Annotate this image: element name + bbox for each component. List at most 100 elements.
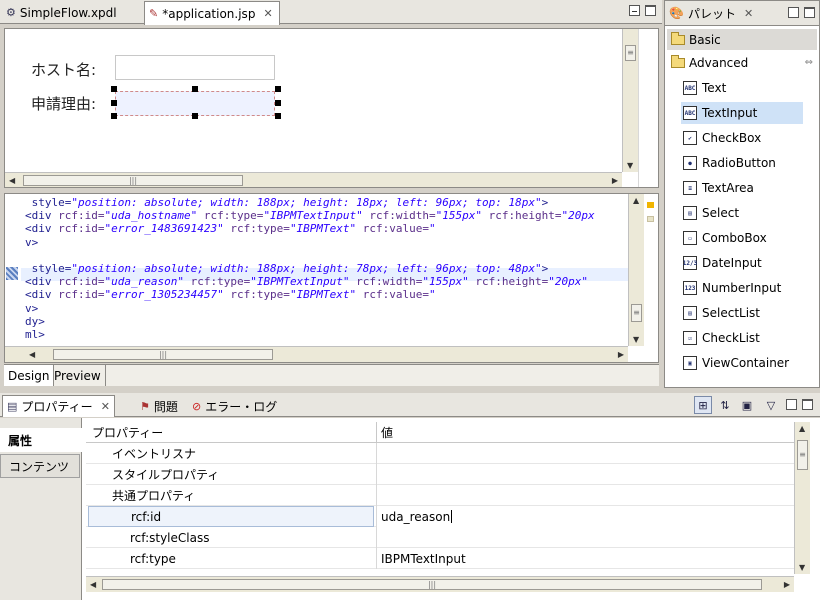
palette-item-select[interactable]: ▤ Select [681, 202, 803, 224]
resize-handle[interactable] [111, 100, 117, 106]
minimize-icon[interactable] [786, 399, 797, 410]
source-horizontal-scrollbar[interactable]: ◀ ||| ▶ [5, 346, 628, 362]
source-vertical-scrollbar[interactable]: ▲ ≡ ▼ [628, 194, 644, 346]
scroll-down-icon[interactable]: ▼ [633, 335, 639, 344]
column-header-property[interactable]: プロパティー [92, 422, 163, 443]
scroll-right-icon[interactable]: ▶ [618, 350, 624, 359]
resize-handle[interactable] [275, 113, 281, 119]
source-editor[interactable]: style="position: absolute; width: 188px;… [4, 193, 659, 363]
maximize-icon[interactable] [645, 5, 656, 16]
palette-item-combobox[interactable]: ▭ ComboBox [681, 227, 803, 249]
table-row[interactable]: スタイルプロパティ [86, 464, 794, 485]
tab-design[interactable]: Design [4, 365, 55, 386]
resize-handle[interactable] [111, 86, 117, 92]
palette-item-dateinput[interactable]: 12/3 DateInput [681, 252, 803, 274]
scroll-down-icon[interactable]: ▼ [799, 563, 805, 572]
minimize-icon[interactable] [629, 5, 640, 16]
palette-item-numberinput[interactable]: 123 NumberInput [681, 277, 803, 299]
column-header-value[interactable]: 値 [376, 422, 794, 443]
tab-properties[interactable]: ▤ プロパティー ✕ [2, 395, 115, 417]
resize-handle[interactable] [275, 100, 281, 106]
table-row[interactable]: rcf:styleClass [86, 527, 794, 548]
restore-default-icon[interactable]: ▣ [738, 396, 756, 414]
close-icon[interactable]: ✕ [101, 400, 110, 413]
code-line[interactable]: <div rcf:id="uda_hostname" rcf:type="IBP… [25, 209, 640, 222]
code-line[interactable]: ml> [25, 328, 640, 341]
design-canvas[interactable]: ホスト名: 申請理由: ≡ ▼ ◀ ||| ▶ [4, 28, 659, 188]
tab-simpleflow[interactable]: ⚙ SimpleFlow.xpdl [2, 1, 123, 24]
code-line[interactable]: <div rcf:id="error_1483691423" rcf:type=… [25, 222, 640, 235]
tab-problems[interactable]: ⚑ 問題 [136, 395, 182, 417]
palette-item-text[interactable]: ABC Text [681, 77, 803, 99]
tab-application-jsp[interactable]: ✎ *application.jsp ✕ [144, 1, 280, 25]
design-horizontal-scrollbar[interactable]: ◀ ||| ▶ [5, 172, 622, 187]
scroll-up-icon[interactable]: ▲ [799, 424, 805, 433]
view-menu-icon[interactable]: ▽ [762, 396, 780, 414]
property-value[interactable] [376, 464, 794, 485]
source-code[interactable]: style="position: absolute; width: 188px;… [25, 196, 640, 341]
resize-handle[interactable] [111, 113, 117, 119]
show-categories-icon[interactable]: ⊞ [694, 396, 712, 414]
scroll-right-icon[interactable]: ▶ [612, 176, 618, 185]
side-tab-attributes[interactable]: 属性 [0, 428, 82, 452]
table-row[interactable]: イベントリスナ [86, 443, 794, 464]
palette-item-selectlist[interactable]: ▤ SelectList [681, 302, 803, 324]
code-line[interactable]: v> [25, 302, 640, 315]
design-vertical-scrollbar[interactable]: ≡ ▼ [622, 29, 638, 172]
palette-item-checkbox[interactable]: ✔ CheckBox [681, 127, 803, 149]
scroll-thumb[interactable]: ||| [102, 579, 762, 590]
properties-vertical-scrollbar[interactable]: ▲ ≡ ▼ [794, 422, 810, 574]
tab-preview[interactable]: Preview [50, 365, 106, 386]
scroll-left-icon[interactable]: ◀ [29, 350, 35, 359]
palette-group-basic[interactable]: Basic [667, 29, 817, 50]
code-line[interactable]: dy> [25, 315, 640, 328]
warning-marker-icon[interactable] [647, 202, 654, 208]
property-value[interactable] [376, 527, 794, 548]
palette-group-advanced[interactable]: Advanced ⇔ [667, 52, 817, 73]
close-icon[interactable]: ✕ [744, 7, 753, 20]
maximize-icon[interactable] [804, 7, 815, 18]
table-row[interactable]: rcf:id uda_reason [86, 506, 794, 527]
property-value[interactable] [376, 443, 794, 464]
code-line[interactable] [25, 249, 640, 262]
palette-item-textinput[interactable]: ABC TextInput [681, 102, 803, 124]
palette-item-textarea[interactable]: ≡ TextArea [681, 177, 803, 199]
tab-error-log[interactable]: ⊘ エラー・ログ [188, 395, 281, 417]
scroll-thumb[interactable]: ≡ [797, 440, 808, 470]
table-row[interactable]: rcf:type IBPMTextInput [86, 548, 794, 569]
code-line[interactable]: v> [25, 236, 640, 249]
scroll-left-icon[interactable]: ◀ [9, 176, 15, 185]
code-line[interactable]: <div rcf:id="error_1305234457" rcf:type=… [25, 288, 640, 301]
scroll-up-icon[interactable]: ▲ [633, 196, 639, 205]
scroll-thumb[interactable]: ||| [53, 349, 273, 360]
host-name-input[interactable] [115, 55, 275, 80]
properties-horizontal-scrollbar[interactable]: ◀ ||| ▶ [86, 576, 794, 592]
property-value[interactable]: IBPMTextInput [376, 548, 794, 569]
palette-item-checklist[interactable]: ☑ CheckList [681, 327, 803, 349]
maximize-icon[interactable] [802, 399, 813, 410]
code-line[interactable]: style="position: absolute; width: 188px;… [25, 196, 640, 209]
property-value[interactable] [376, 485, 794, 506]
scroll-thumb[interactable]: ||| [23, 175, 243, 186]
property-value-editor[interactable]: uda_reason [376, 506, 794, 527]
show-advanced-icon[interactable]: ⇅ [716, 396, 734, 414]
scroll-right-icon[interactable]: ▶ [784, 580, 790, 589]
minimize-icon[interactable] [788, 7, 799, 18]
palette-item-radiobutton[interactable]: ● RadioButton [681, 152, 803, 174]
scroll-thumb[interactable]: ≡ [625, 45, 636, 61]
code-line[interactable]: <div rcf:id="uda_reason" rcf:type="IBPMT… [25, 275, 640, 288]
code-token: "IBPMTextInput" [263, 209, 363, 223]
scroll-down-icon[interactable]: ▼ [627, 161, 633, 170]
close-icon[interactable]: ✕ [263, 7, 272, 20]
table-row[interactable]: 共通プロパティ [86, 485, 794, 506]
palette-item-viewcontainer[interactable]: ▣ ViewContainer [681, 352, 803, 374]
scroll-thumb[interactable]: ≡ [631, 304, 642, 322]
pin-icon[interactable]: ⇔ [805, 57, 813, 68]
resize-handle[interactable] [192, 113, 198, 119]
occurrence-marker-icon[interactable] [647, 216, 654, 222]
scroll-left-icon[interactable]: ◀ [90, 580, 96, 589]
resize-handle[interactable] [275, 86, 281, 92]
side-tab-contents[interactable]: コンテンツ [0, 454, 80, 478]
code-line[interactable]: style="position: absolute; width: 188px;… [25, 262, 640, 275]
resize-handle[interactable] [192, 86, 198, 92]
